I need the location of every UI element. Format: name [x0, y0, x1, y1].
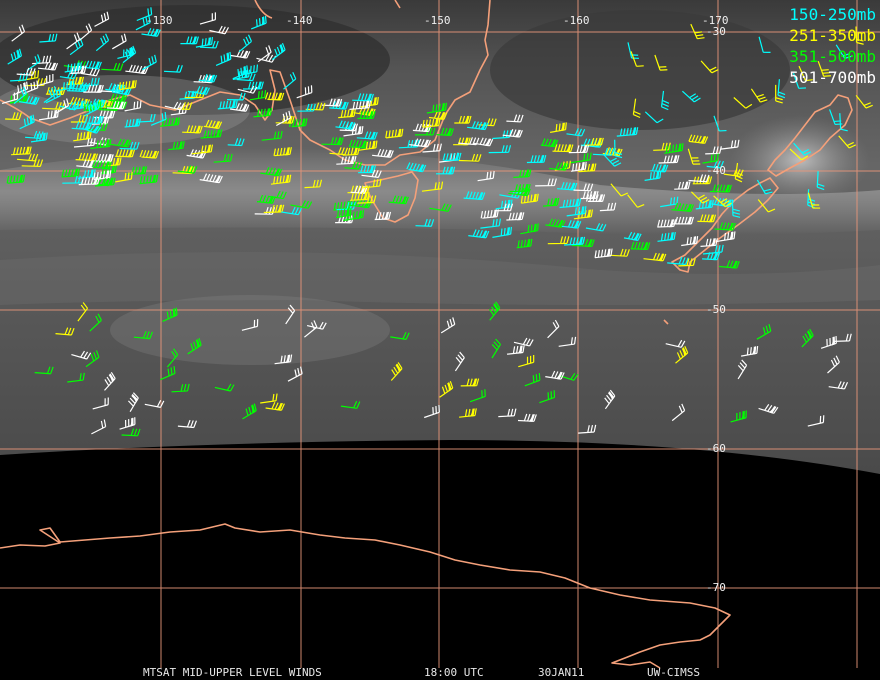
legend-entry: 351-500mb — [789, 47, 876, 66]
pressure-level-legend: 150-250mb 251-350mb 351-500mb 501-700mb — [789, 4, 876, 88]
product-name: MTSAT MID-UPPER LEVEL WINDS — [143, 666, 322, 679]
satellite-imagery — [0, 0, 880, 474]
legend-entry: 150-250mb — [789, 5, 876, 24]
lat-label: -70 — [706, 581, 726, 594]
image-date: 30JAN11 — [538, 666, 585, 679]
lon-label: -160 — [563, 14, 590, 27]
lat-label: -60 — [706, 442, 726, 455]
lat-label: -40 — [706, 164, 726, 177]
lon-label: -130 — [146, 14, 173, 27]
lat-label: -30 — [706, 25, 726, 38]
data-source: UW-CIMSS — [647, 666, 700, 679]
lon-label: -140 — [286, 14, 313, 27]
lat-label: -50 — [706, 303, 726, 316]
lon-label: -150 — [424, 14, 451, 27]
legend-entry: 251-350mb — [789, 26, 876, 45]
map-canvas — [0, 0, 880, 669]
valid-time: 18:00 UTC — [424, 666, 484, 679]
satellite-wind-map: -130 -140 -150 -160 -170 -30 -40 -50 -60… — [0, 0, 880, 680]
legend-entry: 501-700mb — [789, 68, 876, 87]
